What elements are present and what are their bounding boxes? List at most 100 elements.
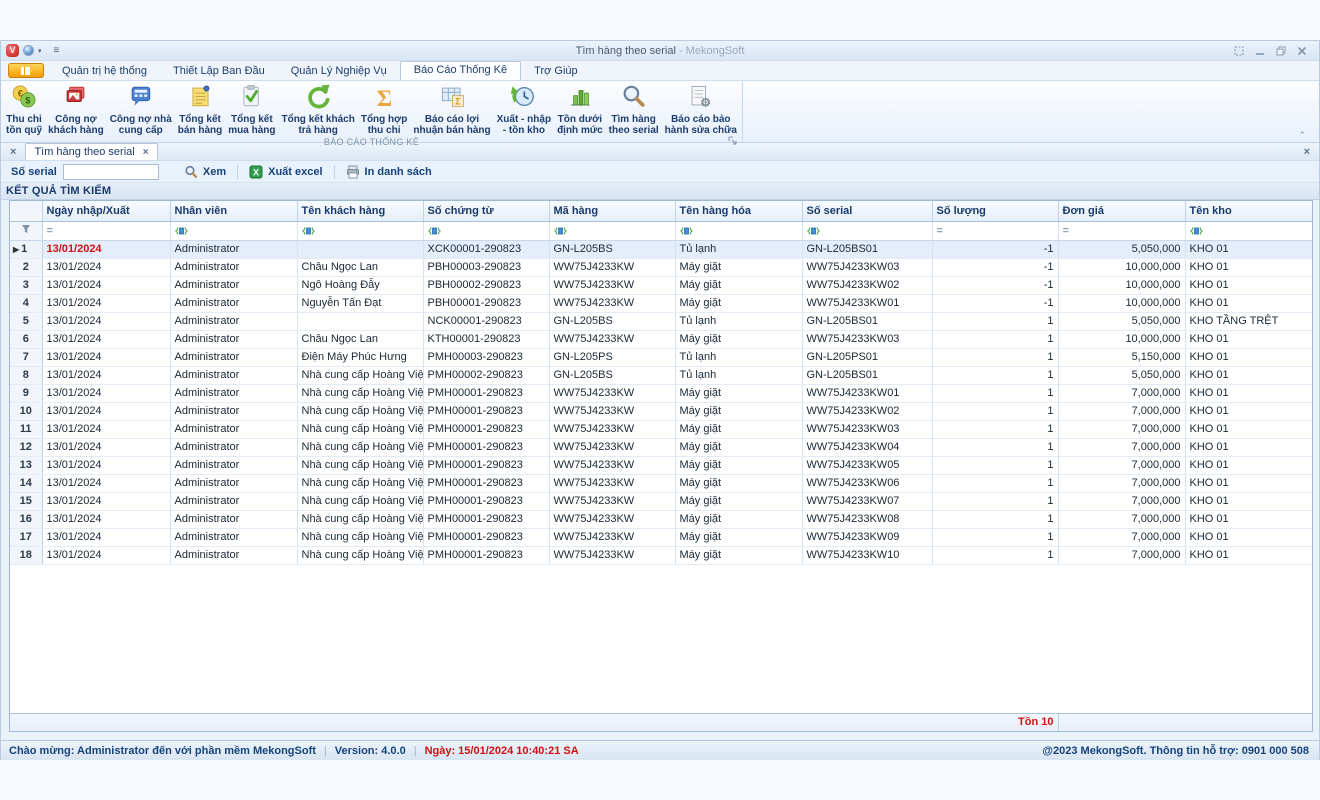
table-cell[interactable]: Máy giặt — [675, 438, 802, 456]
table-cell[interactable]: 5,050,000 — [1058, 366, 1185, 384]
row-number[interactable]: ▶1 — [10, 240, 42, 258]
ribbon-button[interactable]: Tìm hàngtheo serial — [606, 82, 662, 137]
table-cell[interactable]: Điện Máy Phúc Hưng — [297, 348, 423, 366]
table-cell[interactable]: 7,000,000 — [1058, 528, 1185, 546]
table-cell[interactable]: KHO 01 — [1185, 546, 1313, 564]
table-cell[interactable]: 1 — [932, 420, 1058, 438]
table-cell[interactable]: WW75J4233KW — [549, 474, 675, 492]
table-cell[interactable]: KHO 01 — [1185, 258, 1313, 276]
table-cell[interactable]: 5,150,000 — [1058, 348, 1185, 366]
fullscreen-button[interactable] — [1234, 46, 1244, 56]
table-cell[interactable]: 10,000,000 — [1058, 258, 1185, 276]
table-cell[interactable]: 13/01/2024 — [42, 402, 170, 420]
ribbon-button[interactable]: ⚙Báo cáo bảohành sửa chữa — [662, 82, 740, 137]
table-cell[interactable]: PBH00002-290823 — [423, 276, 549, 294]
table-cell[interactable]: -1 — [932, 240, 1058, 258]
ribbon-tab[interactable]: Thiết Lập Ban Đầu — [160, 62, 278, 80]
export-excel-button[interactable]: XXuất excel — [238, 165, 333, 179]
table-cell[interactable]: PMH00001-290823 — [423, 510, 549, 528]
table-cell[interactable]: 1 — [932, 528, 1058, 546]
serial-input[interactable] — [63, 164, 159, 180]
table-cell[interactable]: Nhà cung cấp Hoàng Việt — [297, 546, 423, 564]
table-cell[interactable]: GN-L205BS — [549, 312, 675, 330]
table-cell[interactable]: 1 — [932, 510, 1058, 528]
table-cell[interactable]: Administrator — [170, 240, 297, 258]
table-row[interactable]: 1013/01/2024AdministratorNhà cung cấp Ho… — [10, 402, 1313, 420]
table-row[interactable]: 1513/01/2024AdministratorNhà cung cấp Ho… — [10, 492, 1313, 510]
filter-cell[interactable]: = — [1058, 221, 1185, 240]
table-cell[interactable]: PBH00001-290823 — [423, 294, 549, 312]
document-tab-close-icon[interactable]: × — [143, 147, 149, 158]
row-number[interactable]: 13 — [10, 456, 42, 474]
row-number[interactable]: 3 — [10, 276, 42, 294]
table-cell[interactable]: KHO 01 — [1185, 366, 1313, 384]
table-cell[interactable]: 1 — [932, 402, 1058, 420]
filter-cell[interactable] — [549, 221, 675, 240]
table-cell[interactable]: WW75J4233KW02 — [802, 276, 932, 294]
table-cell[interactable]: Tủ lạnh — [675, 312, 802, 330]
ribbon-tab[interactable]: Trợ Giúp — [521, 62, 590, 80]
table-cell[interactable]: WW75J4233KW — [549, 330, 675, 348]
table-cell[interactable]: KHO 01 — [1185, 348, 1313, 366]
table-cell[interactable]: Máy giặt — [675, 402, 802, 420]
table-cell[interactable]: Administrator — [170, 546, 297, 564]
row-number[interactable]: 2 — [10, 258, 42, 276]
table-cell[interactable]: Nhà cung cấp Hoàng Việt — [297, 474, 423, 492]
table-cell[interactable]: Máy giặt — [675, 456, 802, 474]
table-cell[interactable]: WW75J4233KW06 — [802, 474, 932, 492]
table-cell[interactable]: Ngô Hoàng Đẫy — [297, 276, 423, 294]
ribbon-collapse-icon[interactable]: ⌃ — [1298, 131, 1306, 140]
table-cell[interactable]: 7,000,000 — [1058, 402, 1185, 420]
table-cell[interactable]: 1 — [932, 474, 1058, 492]
table-cell[interactable]: Administrator — [170, 276, 297, 294]
table-row[interactable]: 1113/01/2024AdministratorNhà cung cấp Ho… — [10, 420, 1313, 438]
table-cell[interactable]: Administrator — [170, 492, 297, 510]
filter-cell[interactable]: = — [42, 221, 170, 240]
table-cell[interactable]: 5,050,000 — [1058, 312, 1185, 330]
table-row[interactable]: 813/01/2024AdministratorNhà cung cấp Hoà… — [10, 366, 1313, 384]
table-cell[interactable]: 10,000,000 — [1058, 330, 1185, 348]
table-cell[interactable]: WW75J4233KW — [549, 528, 675, 546]
table-cell[interactable]: 10,000,000 — [1058, 276, 1185, 294]
table-cell[interactable]: PMH00001-290823 — [423, 456, 549, 474]
table-cell[interactable]: 13/01/2024 — [42, 240, 170, 258]
table-cell[interactable]: PMH00001-290823 — [423, 420, 549, 438]
row-number[interactable]: 7 — [10, 348, 42, 366]
table-cell[interactable]: Máy giặt — [675, 294, 802, 312]
table-cell[interactable]: PMH00001-290823 — [423, 492, 549, 510]
table-cell[interactable]: 5,050,000 — [1058, 240, 1185, 258]
table-cell[interactable]: 13/01/2024 — [42, 438, 170, 456]
table-row[interactable]: 1313/01/2024AdministratorNhà cung cấp Ho… — [10, 456, 1313, 474]
table-cell[interactable]: NCK00001-290823 — [423, 312, 549, 330]
table-cell[interactable]: Administrator — [170, 474, 297, 492]
table-cell[interactable]: Administrator — [170, 312, 297, 330]
table-cell[interactable]: KHO 01 — [1185, 528, 1313, 546]
tabstrip-close-left-icon[interactable]: × — [1, 145, 25, 160]
filter-cell[interactable] — [675, 221, 802, 240]
table-cell[interactable]: 7,000,000 — [1058, 456, 1185, 474]
filter-cell[interactable] — [423, 221, 549, 240]
table-cell[interactable]: Tủ lạnh — [675, 366, 802, 384]
ribbon-button[interactable]: €$Thu chitồn quỹ — [3, 82, 45, 137]
row-number[interactable]: 12 — [10, 438, 42, 456]
table-cell[interactable]: WW75J4233KW — [549, 384, 675, 402]
table-cell[interactable]: Administrator — [170, 510, 297, 528]
ribbon-button[interactable]: Công nợ nhàcung cấp — [107, 82, 175, 137]
table-row[interactable]: 413/01/2024AdministratorNguyễn Tấn ĐạtPB… — [10, 294, 1313, 312]
table-cell[interactable]: WW75J4233KW03 — [802, 420, 932, 438]
table-cell[interactable]: KHO 01 — [1185, 330, 1313, 348]
table-cell[interactable]: -1 — [932, 276, 1058, 294]
table-cell[interactable]: 1 — [932, 348, 1058, 366]
table-cell[interactable]: WW75J4233KW08 — [802, 510, 932, 528]
ribbon-tab[interactable]: Báo Cáo Thống Kê — [400, 61, 521, 80]
table-cell[interactable]: WW75J4233KW01 — [802, 384, 932, 402]
table-cell[interactable]: Nhà cung cấp Hoàng Việt — [297, 528, 423, 546]
table-cell[interactable]: KHO 01 — [1185, 456, 1313, 474]
table-cell[interactable]: Máy giặt — [675, 546, 802, 564]
table-cell[interactable]: KHO 01 — [1185, 474, 1313, 492]
table-row[interactable]: 213/01/2024AdministratorChâu Ngọc LanPBH… — [10, 258, 1313, 276]
ribbon-button[interactable]: Tổng kết kháchtrả hàng — [278, 82, 357, 137]
table-cell[interactable]: KHO 01 — [1185, 510, 1313, 528]
table-cell[interactable]: 1 — [932, 366, 1058, 384]
table-cell[interactable]: Nhà cung cấp Hoàng Việt — [297, 402, 423, 420]
